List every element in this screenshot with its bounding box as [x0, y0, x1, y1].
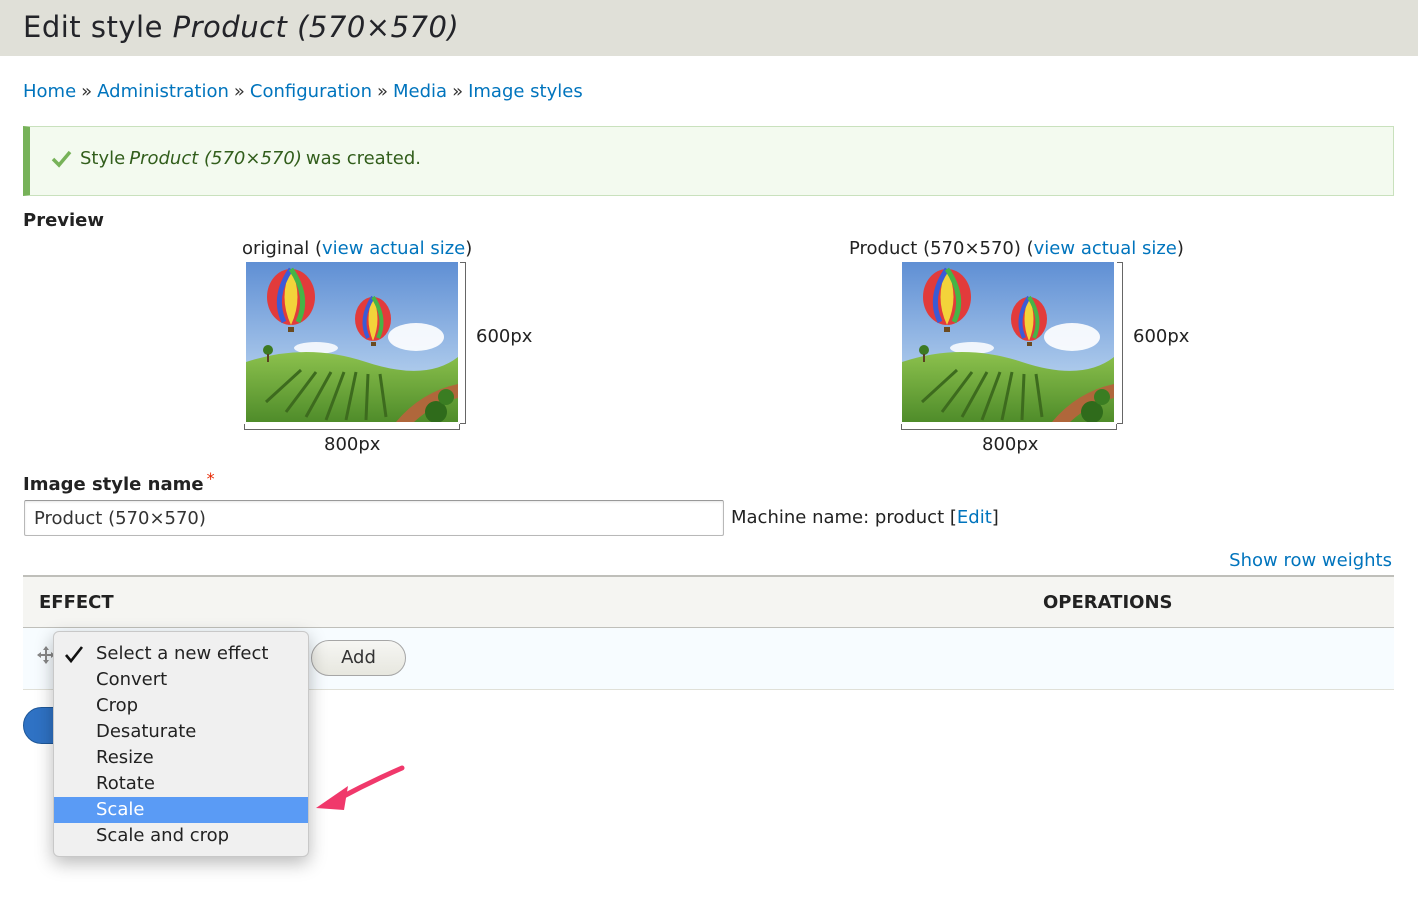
- effect-option-convert[interactable]: Convert: [54, 667, 308, 693]
- preview-original-label: original: [242, 238, 310, 259]
- effect-option-desaturate[interactable]: Desaturate: [54, 719, 308, 745]
- arrow-icon: [316, 765, 405, 810]
- preview-original-caption: original (view actual size): [242, 238, 473, 259]
- preview-original-width: 800px: [324, 434, 381, 455]
- breadcrumb: Home» Administration» Configuration» Media»…: [23, 81, 583, 102]
- breadcrumb-separator: »: [452, 81, 464, 102]
- height-bracket: [460, 262, 466, 424]
- effect-option-scale[interactable]: Scale: [54, 797, 308, 823]
- preview-derivative-width: 800px: [982, 434, 1039, 455]
- preview-derivative-image: [902, 262, 1114, 422]
- width-bracket: [244, 424, 460, 430]
- preview-derivative-height: 600px: [1133, 326, 1190, 347]
- effect-option-label: Select a new effect: [96, 643, 269, 664]
- breadcrumb-separator: »: [233, 81, 245, 102]
- message-style-name: Product (570×570): [129, 148, 302, 169]
- effect-option-resize[interactable]: Resize: [54, 745, 308, 771]
- machine-name: Machine name: product [Edit]: [731, 507, 999, 528]
- column-header-effect: EFFECT: [39, 592, 114, 613]
- breadcrumb-administration[interactable]: Administration: [97, 81, 229, 102]
- effect-option-crop[interactable]: Crop: [54, 693, 308, 719]
- preview-derivative-label: Product (570×570): [849, 238, 1021, 259]
- page-title-style-name: Product (570×570): [172, 10, 460, 44]
- status-message: Style Product (570×570) was created.: [23, 126, 1394, 196]
- image-style-name-input[interactable]: [24, 500, 724, 536]
- page-title-prefix: Edit style: [23, 10, 163, 44]
- column-header-operations: OPERATIONS: [1043, 592, 1173, 613]
- message-prefix: Style: [80, 148, 126, 169]
- breadcrumb-image-styles[interactable]: Image styles: [468, 81, 583, 102]
- effect-option-select-new[interactable]: Select a new effect: [54, 641, 308, 667]
- breadcrumb-separator: »: [376, 81, 388, 102]
- page-title: Edit style Product (570×570): [23, 10, 459, 44]
- preview-heading: Preview: [23, 210, 105, 231]
- breadcrumb-separator: »: [81, 81, 93, 102]
- show-row-weights-link[interactable]: Show row weights: [1229, 550, 1392, 571]
- view-actual-size-original-link[interactable]: view actual size: [322, 238, 465, 259]
- add-effect-button[interactable]: Add: [311, 640, 406, 676]
- checkmark-icon: [65, 646, 84, 664]
- preview-derivative-caption: Product (570×570) (view actual size): [849, 238, 1184, 259]
- effect-option-scale-and-crop[interactable]: Scale and crop: [54, 823, 308, 849]
- page-header: Edit style Product (570×570): [0, 0, 1418, 56]
- check-icon: [51, 150, 72, 168]
- image-style-name-label: Image style name *: [23, 469, 215, 495]
- view-actual-size-derivative-link[interactable]: view actual size: [1034, 238, 1177, 259]
- width-bracket: [901, 424, 1117, 430]
- status-message-text: Style Product (570×570) was created.: [80, 148, 421, 169]
- breadcrumb-configuration[interactable]: Configuration: [250, 81, 372, 102]
- preview-original-image: [246, 262, 458, 422]
- breadcrumb-media[interactable]: Media: [393, 81, 447, 102]
- machine-name-text: Machine name: product: [731, 507, 945, 528]
- preview-original-height: 600px: [476, 326, 533, 347]
- effects-table-header: EFFECT OPERATIONS: [23, 575, 1394, 628]
- machine-name-edit-link[interactable]: Edit: [957, 507, 992, 528]
- name-label-text: Image style name: [23, 474, 204, 495]
- effect-select-dropdown[interactable]: Select a new effect Convert Crop Desatur…: [53, 631, 309, 857]
- breadcrumb-home[interactable]: Home: [23, 81, 76, 102]
- message-suffix: was created.: [305, 148, 421, 169]
- height-bracket: [1117, 262, 1123, 424]
- effect-option-rotate[interactable]: Rotate: [54, 771, 308, 797]
- required-marker: *: [206, 469, 215, 488]
